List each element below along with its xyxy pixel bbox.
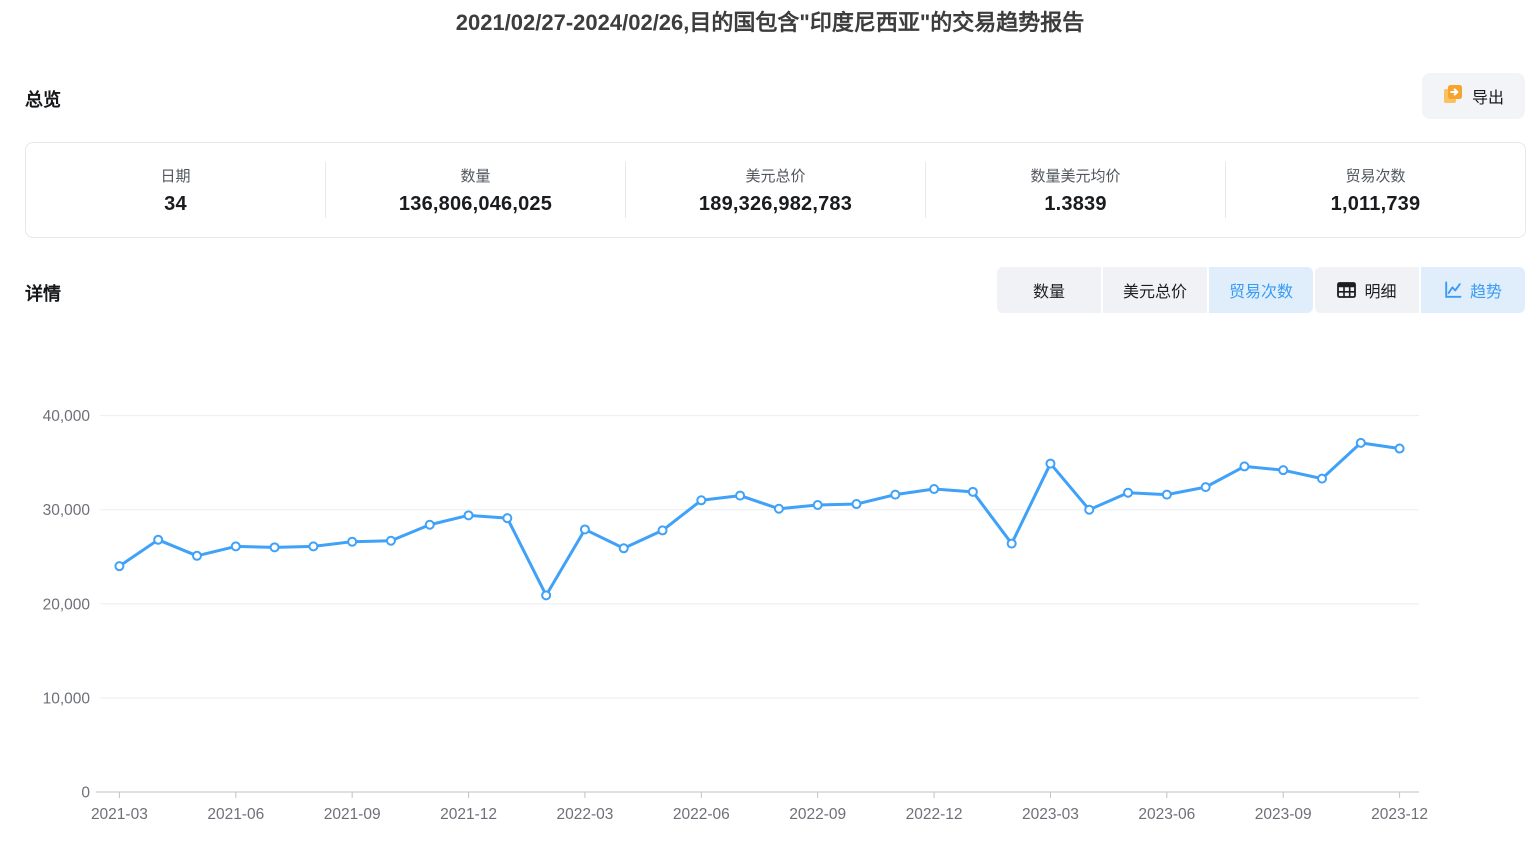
data-point[interactable] (309, 542, 317, 550)
data-point[interactable] (426, 521, 434, 529)
svg-text:2023-09: 2023-09 (1255, 806, 1312, 823)
trade-trend-report-page: 2021/02/27-2024/02/26,目的国包含"印度尼西亚"的交易趋势报… (0, 0, 1540, 846)
view-tab-group: 明细 趋势 (1315, 267, 1525, 313)
tab-trade-count[interactable]: 贸易次数 (1209, 267, 1313, 313)
details-heading: 详情 (25, 280, 61, 306)
data-point[interactable] (736, 492, 744, 500)
metric-tab-group: 数量 美元总价 贸易次数 (997, 267, 1313, 313)
overview-card: 日期 34 数量 136,806,046,025 美元总价 189,326,98… (25, 142, 1526, 238)
data-point[interactable] (891, 491, 899, 499)
data-point[interactable] (1396, 445, 1404, 453)
stat-value: 34 (164, 193, 187, 216)
y-axis-labels: 0 10,000 20,000 30,000 40,000 (43, 408, 91, 801)
svg-text:40,000: 40,000 (43, 408, 91, 425)
data-point[interactable] (697, 496, 705, 504)
export-button-label: 导出 (1472, 84, 1504, 108)
stat-date: 日期 34 (26, 165, 325, 216)
svg-text:10,000: 10,000 (43, 690, 91, 707)
stat-label: 美元总价 (745, 165, 805, 186)
overview-heading: 总览 (25, 86, 61, 112)
stat-label: 日期 (160, 165, 190, 186)
y-gridlines (100, 416, 1419, 698)
data-point[interactable] (1279, 466, 1287, 474)
table-icon (1337, 282, 1356, 298)
page-title: 2021/02/27-2024/02/26,目的国包含"印度尼西亚"的交易趋势报… (0, 5, 1540, 37)
tab-usd-total[interactable]: 美元总价 (1103, 267, 1207, 313)
stat-avg-usd-price: 数量美元均价 1.3839 (926, 165, 1225, 216)
data-point[interactable] (193, 552, 201, 560)
stat-value: 136,806,046,025 (399, 193, 552, 216)
svg-text:2022-09: 2022-09 (789, 806, 846, 823)
data-point[interactable] (852, 500, 860, 508)
trend-chart[interactable]: 010,00020,00030,00040,0002021-032021-062… (0, 370, 1540, 846)
data-point[interactable] (581, 525, 589, 533)
svg-text:2022-06: 2022-06 (673, 806, 730, 823)
data-point[interactable] (1240, 462, 1248, 470)
view-trend-button[interactable]: 趋势 (1421, 267, 1525, 313)
svg-text:2021-06: 2021-06 (207, 806, 264, 823)
stat-usd-total: 美元总价 189,326,982,783 (626, 165, 925, 216)
svg-text:2022-12: 2022-12 (906, 806, 963, 823)
trend-chart-svg[interactable]: 010,00020,00030,00040,0002021-032021-062… (0, 370, 1540, 846)
data-point[interactable] (1357, 439, 1365, 447)
data-points[interactable] (115, 439, 1403, 599)
export-button[interactable]: 导出 (1422, 73, 1525, 119)
stat-value: 1.3839 (1044, 193, 1106, 216)
stat-value: 189,326,982,783 (699, 193, 852, 216)
svg-text:2021-09: 2021-09 (324, 806, 381, 823)
data-point[interactable] (1163, 491, 1171, 499)
data-point[interactable] (1046, 460, 1054, 468)
svg-text:2023-12: 2023-12 (1371, 806, 1428, 823)
stat-label: 数量 (460, 165, 490, 186)
svg-text:20,000: 20,000 (43, 596, 91, 613)
data-point[interactable] (387, 537, 395, 545)
svg-text:2021-03: 2021-03 (91, 806, 148, 823)
tab-quantity[interactable]: 数量 (997, 267, 1101, 313)
data-point[interactable] (1085, 506, 1093, 514)
x-axis-labels: 2021-03 2021-06 2021-09 2021-12 2022-03 2022-… (91, 792, 1428, 823)
view-detail-label: 明细 (1364, 278, 1396, 302)
stat-trade-count: 贸易次数 1,011,739 (1226, 165, 1525, 216)
trend-line (119, 443, 1399, 595)
data-point[interactable] (1202, 483, 1210, 491)
export-file-icon (1443, 84, 1463, 109)
data-point[interactable] (930, 485, 938, 493)
data-point[interactable] (969, 488, 977, 496)
data-point[interactable] (1318, 475, 1326, 483)
data-point[interactable] (465, 511, 473, 519)
data-point[interactable] (542, 591, 550, 599)
data-point[interactable] (232, 542, 240, 550)
data-point[interactable] (814, 501, 822, 509)
data-point[interactable] (503, 514, 511, 522)
svg-text:30,000: 30,000 (43, 502, 91, 519)
stat-quantity: 数量 136,806,046,025 (326, 165, 625, 216)
svg-text:2021-12: 2021-12 (440, 806, 497, 823)
data-point[interactable] (154, 536, 162, 544)
stat-label: 贸易次数 (1345, 165, 1405, 186)
svg-text:0: 0 (81, 785, 90, 802)
svg-text:2022-03: 2022-03 (556, 806, 613, 823)
data-point[interactable] (1124, 489, 1132, 497)
data-point[interactable] (348, 538, 356, 546)
data-point[interactable] (1008, 540, 1016, 548)
data-point[interactable] (620, 544, 628, 552)
stat-value: 1,011,739 (1331, 193, 1421, 216)
trend-chart-icon (1444, 281, 1462, 299)
data-point[interactable] (775, 505, 783, 513)
view-trend-label: 趋势 (1470, 278, 1502, 302)
view-detail-button[interactable]: 明细 (1315, 267, 1419, 313)
data-point[interactable] (271, 543, 279, 551)
svg-text:2023-03: 2023-03 (1022, 806, 1079, 823)
stat-label: 数量美元均价 (1030, 165, 1120, 186)
svg-text:2023-06: 2023-06 (1138, 806, 1195, 823)
data-point[interactable] (115, 562, 123, 570)
data-point[interactable] (659, 526, 667, 534)
